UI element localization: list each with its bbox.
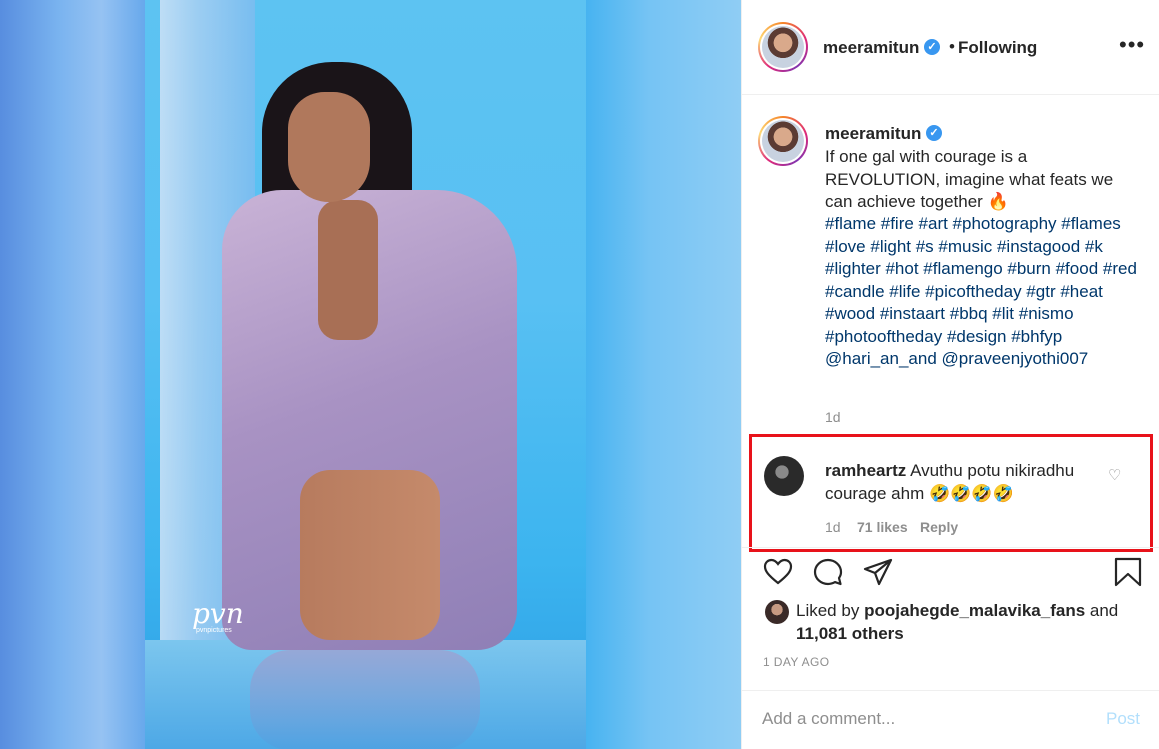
caption-hashtags[interactable]: #flame #fire #art #photography #flames #… [825, 213, 1145, 371]
add-comment-input[interactable] [762, 708, 1062, 730]
likes-others-count[interactable]: 11,081 others [796, 624, 904, 643]
post-date[interactable]: 1 DAY AGO [763, 655, 830, 669]
comment-body: ramheartz Avuthu potu nikiradhu courage … [825, 459, 1105, 505]
caption-avatar[interactable] [758, 116, 808, 166]
photo-reflection [250, 650, 480, 749]
photo-watermark-sub: pvnpictures [196, 627, 232, 634]
photo-blur-left [0, 0, 145, 749]
photo-figure-face [288, 92, 370, 202]
author-avatar-image [762, 26, 804, 68]
likes-summary: Liked by poojahegde_malavika_fans and 11… [796, 600, 1136, 645]
heart-icon[interactable] [762, 556, 794, 588]
comment-likes[interactable]: 71 likes [857, 519, 908, 535]
comment-reply-button[interactable]: Reply [920, 519, 958, 535]
liker-username[interactable]: poojahegde_malavika_fans [864, 601, 1085, 620]
liker-avatar[interactable] [765, 600, 789, 624]
commenter-avatar[interactable] [764, 456, 804, 496]
likes-and: and [1089, 601, 1119, 620]
following-button[interactable]: Following [958, 38, 1037, 58]
likes-prefix: Liked by [796, 601, 860, 620]
caption-username[interactable]: meeramitun [825, 124, 921, 144]
action-bar-divider [742, 547, 1159, 548]
verified-badge-icon: ✓ [924, 39, 940, 55]
more-horizontal-icon[interactable]: ••• [1119, 34, 1145, 56]
photo-figure-skin [318, 200, 378, 340]
bookmark-icon[interactable] [1112, 556, 1144, 588]
caption-avatar-image [762, 120, 804, 162]
caption-timestamp[interactable]: 1d [825, 409, 841, 425]
post-side-panel: meeramitun ✓ • Following ••• meeramitun … [741, 0, 1159, 749]
caption-verified-badge-icon: ✓ [926, 125, 942, 141]
comment-timestamp[interactable]: 1d [825, 519, 841, 535]
author-username[interactable]: meeramitun [823, 38, 919, 58]
send-icon[interactable] [862, 556, 894, 588]
follow-separator: • [949, 37, 955, 56]
comment-like-heart-icon[interactable]: ♡ [1108, 466, 1121, 484]
post-header: meeramitun ✓ • Following ••• [742, 0, 1159, 95]
post-photo[interactable]: pvn pvnpictures [0, 0, 741, 749]
comment-icon[interactable] [812, 556, 844, 588]
photo-blur-right [586, 0, 741, 749]
author-avatar[interactable] [758, 22, 808, 72]
photo-watermark: pvn [192, 597, 244, 630]
post-comment-button[interactable]: Post [1106, 709, 1140, 729]
photo-figure-legs [300, 470, 440, 640]
commenter-username[interactable]: ramheartz [825, 461, 906, 480]
caption-text: If one gal with courage is a REVOLUTION,… [825, 147, 1114, 211]
